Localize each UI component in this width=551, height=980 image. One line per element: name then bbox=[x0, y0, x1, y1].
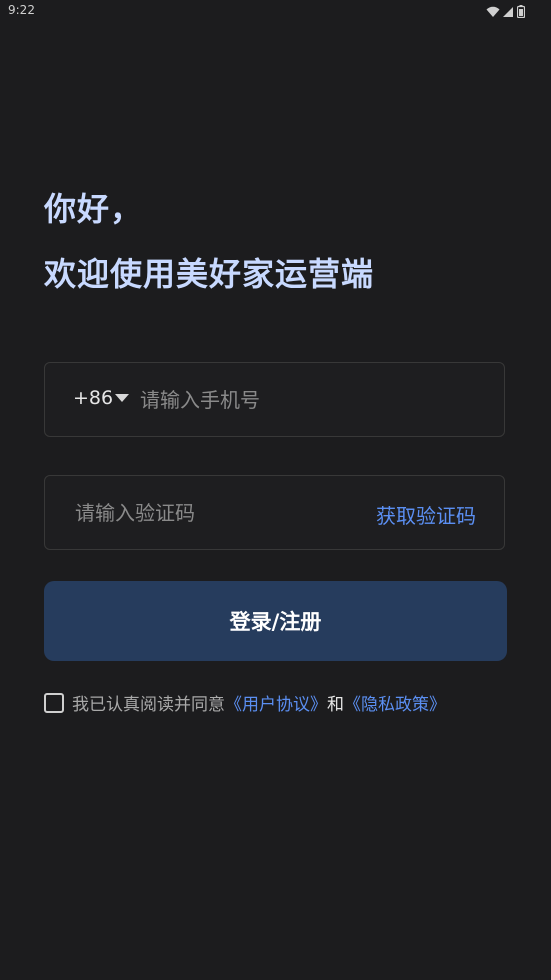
privacy-policy-link[interactable]: 《隐私政策》 bbox=[344, 690, 446, 715]
country-code-label: +86 bbox=[73, 387, 114, 409]
login-register-button[interactable]: 登录/注册 bbox=[44, 581, 507, 661]
status-bar: 9:22 bbox=[0, 0, 551, 24]
code-field: 获取验证码 bbox=[44, 475, 505, 550]
greeting-hello: 你好， bbox=[44, 190, 144, 228]
login-screen: 9:22 你好， 欢迎使用美好家运营端 +86 获取验证码 登录/注册 bbox=[0, 0, 551, 980]
wifi-icon bbox=[486, 6, 500, 17]
battery-icon bbox=[517, 5, 525, 18]
agreement-checkbox[interactable] bbox=[44, 692, 64, 713]
phone-field: +86 bbox=[44, 362, 505, 437]
greeting-welcome: 欢迎使用美好家运营端 bbox=[44, 255, 375, 293]
signal-icon bbox=[503, 6, 513, 17]
agreement-text: 我已认真阅读并同意 bbox=[72, 695, 225, 715]
agreement-row: 我已认真阅读并同意 《用户协议》 和 《隐私政策》 bbox=[44, 690, 446, 715]
country-code-selector[interactable]: +86 bbox=[73, 387, 130, 409]
status-icons bbox=[486, 5, 525, 18]
verification-code-input[interactable] bbox=[75, 494, 355, 532]
agreement-and-text: 和 bbox=[327, 695, 344, 715]
status-time: 9:22 bbox=[8, 3, 35, 17]
caret-down-icon bbox=[115, 394, 130, 402]
get-code-button[interactable]: 获取验证码 bbox=[376, 500, 476, 529]
phone-input[interactable] bbox=[140, 381, 480, 419]
user-agreement-link[interactable]: 《用户协议》 bbox=[225, 690, 327, 715]
